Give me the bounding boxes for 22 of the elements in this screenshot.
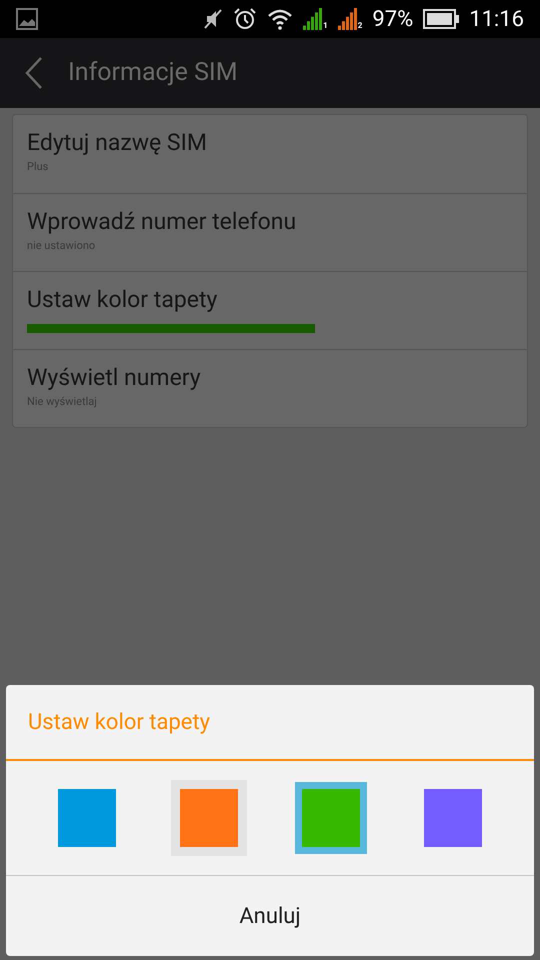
- color-swatch[interactable]: [295, 782, 367, 854]
- color-swatch[interactable]: [173, 782, 245, 854]
- alarm-icon: [233, 7, 258, 31]
- wifi-icon: [267, 8, 294, 30]
- screen-title: Informacje SIM: [68, 57, 238, 90]
- image-icon: [16, 8, 38, 30]
- battery-icon: [423, 9, 460, 29]
- back-icon[interactable]: [24, 56, 44, 90]
- clock: 11:16: [469, 6, 524, 34]
- item-title: Wprowadź numer telefonu: [27, 208, 298, 236]
- signal-icon: [338, 8, 358, 30]
- sim-number: 2: [358, 22, 362, 30]
- cancel-button[interactable]: Anuluj: [6, 876, 534, 956]
- muted-speaker-icon: [203, 8, 224, 30]
- item-title: Ustaw kolor tapety: [27, 286, 218, 314]
- item-title: Edytuj nazwę SIM: [27, 129, 208, 157]
- battery-percent: 97%: [372, 6, 414, 34]
- settings-item[interactable]: Ustaw kolor tapety: [13, 271, 527, 349]
- item-title: Wyświetl numery: [27, 364, 202, 392]
- dialog-title: Ustaw kolor tapety: [28, 708, 210, 736]
- signal-icon: [303, 8, 324, 30]
- sim-number: 1: [323, 22, 328, 30]
